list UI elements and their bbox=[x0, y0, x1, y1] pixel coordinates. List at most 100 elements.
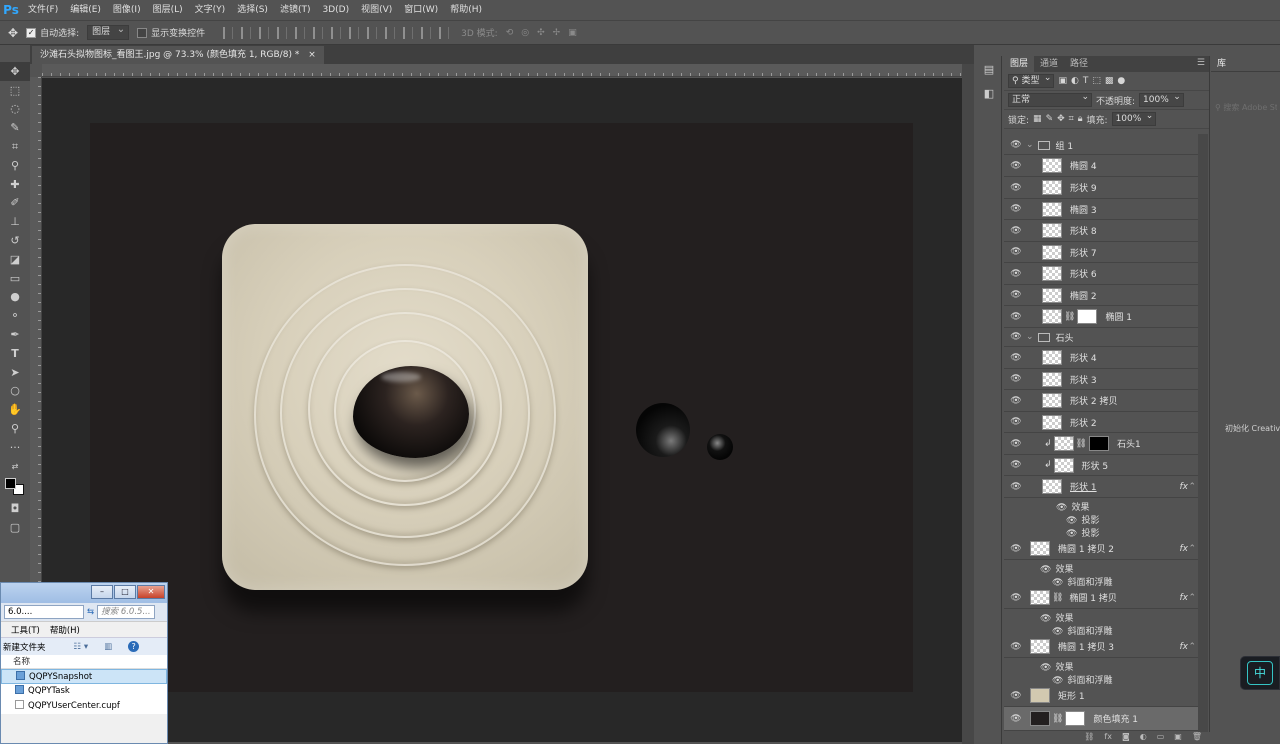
layer-row[interactable]: 👁︎ 形状 3 bbox=[1004, 369, 1198, 390]
eye-icon[interactable]: 👁︎ bbox=[1010, 439, 1022, 449]
effects-row[interactable]: 👁︎ 效果 bbox=[1004, 660, 1198, 673]
chevron-up-icon[interactable]: ⌃ bbox=[1188, 642, 1196, 652]
lasso-tool-icon[interactable]: ◌ bbox=[0, 100, 30, 119]
color-swatches[interactable] bbox=[0, 476, 30, 500]
lock-position-icon[interactable]: ✥ bbox=[1057, 114, 1065, 124]
layer-row[interactable]: 👁︎ 椭圆 1 拷贝 2 fx ⌃ bbox=[1004, 538, 1198, 560]
distribute-left-icon[interactable] bbox=[385, 26, 396, 39]
delete-layer-icon[interactable]: 🗑︎ bbox=[1192, 732, 1202, 744]
auto-select-checkbox[interactable]: ✓ bbox=[26, 27, 37, 38]
layers-scrollbar[interactable] bbox=[1198, 134, 1208, 744]
layer-row[interactable]: 👁︎ ⌄ 石头 bbox=[1004, 328, 1198, 347]
quick-mask-icon[interactable]: ◘ bbox=[0, 500, 30, 519]
distribute-hcenter-icon[interactable] bbox=[403, 26, 414, 39]
eye-icon[interactable]: 👁︎ bbox=[1040, 565, 1051, 575]
marquee-tool-icon[interactable]: ⬚ bbox=[0, 81, 30, 100]
clone-stamp-tool-icon[interactable]: ⊥ bbox=[0, 212, 30, 231]
path-select-tool-icon[interactable]: ➤ bbox=[0, 363, 30, 382]
layer-mask-thumbnail[interactable] bbox=[1065, 711, 1086, 726]
eye-icon[interactable]: 👁︎ bbox=[1010, 161, 1022, 171]
menu-image[interactable]: 图像(I) bbox=[107, 0, 147, 20]
eye-icon[interactable]: 👁︎ bbox=[1010, 593, 1022, 603]
eye-icon[interactable]: 👁︎ bbox=[1010, 183, 1022, 193]
chevron-down-icon[interactable]: ⌄ bbox=[1026, 140, 1034, 150]
layer-mask-thumbnail[interactable] bbox=[1077, 309, 1098, 324]
foreground-color-swatch[interactable] bbox=[5, 477, 16, 489]
filter-shape-icon[interactable]: ⬚ bbox=[1092, 76, 1101, 86]
add-style-icon[interactable]: fx bbox=[1104, 732, 1112, 744]
tab-layers[interactable]: 图层 bbox=[1004, 56, 1035, 72]
adjustment-icon[interactable]: ◐ bbox=[1140, 732, 1147, 744]
more-tools-icon[interactable]: ··· bbox=[0, 438, 30, 457]
ime-mode-button[interactable]: 中 bbox=[1247, 661, 1273, 685]
blur-tool-icon[interactable]: ● bbox=[0, 288, 30, 307]
new-folder-button[interactable]: 新建文件夹 bbox=[3, 641, 46, 653]
fill-input[interactable]: 100% bbox=[1111, 110, 1157, 126]
eye-icon[interactable]: 👁︎ bbox=[1010, 247, 1022, 257]
minimize-button[interactable]: – bbox=[91, 585, 113, 599]
fx-icon[interactable]: fx bbox=[1180, 544, 1189, 554]
lock-artboard-icon[interactable]: ⌗ bbox=[1069, 114, 1074, 124]
effects-row[interactable]: 👁︎ 效果 bbox=[1004, 611, 1198, 624]
screen-mode-icon[interactable]: ▢ bbox=[0, 518, 30, 537]
add-mask-icon[interactable]: ◙ bbox=[1122, 732, 1130, 744]
address-bar[interactable]: 6.0.... bbox=[4, 605, 84, 619]
eye-icon[interactable]: 👁︎ bbox=[1010, 714, 1022, 724]
quick-select-tool-icon[interactable]: ✎ bbox=[0, 118, 30, 137]
brush-tool-icon[interactable]: ✐ bbox=[0, 194, 30, 213]
eye-icon[interactable]: 👁︎ bbox=[1010, 691, 1022, 701]
menu-filter[interactable]: 滤镜(T) bbox=[274, 0, 317, 20]
distribute-bottom-icon[interactable] bbox=[367, 26, 378, 39]
new-layer-icon[interactable]: ▣ bbox=[1174, 732, 1182, 744]
eye-icon[interactable]: 👁︎ bbox=[1010, 642, 1022, 652]
gradient-tool-icon[interactable]: ▭ bbox=[0, 269, 30, 288]
layer-row[interactable]: 👁︎ 形状 9 bbox=[1004, 177, 1198, 199]
eye-icon[interactable]: 👁︎ bbox=[1010, 226, 1022, 236]
layer-row[interactable]: 👁︎ 形状 7 bbox=[1004, 242, 1198, 263]
eye-icon[interactable]: 👁︎ bbox=[1010, 290, 1022, 300]
menu-edit[interactable]: 编辑(E) bbox=[64, 0, 107, 20]
tab-channels[interactable]: 通道 bbox=[1034, 56, 1064, 72]
distribute-top-icon[interactable] bbox=[331, 26, 342, 39]
help-icon[interactable]: ? bbox=[128, 641, 140, 652]
show-transform-checkbox[interactable] bbox=[137, 27, 148, 38]
eye-icon[interactable]: 👁︎ bbox=[1010, 269, 1022, 279]
menu-window[interactable]: 窗口(W) bbox=[398, 0, 444, 20]
filter-toggle-icon[interactable]: ● bbox=[1117, 76, 1125, 86]
eyedropper-tool-icon[interactable]: ⚲ bbox=[0, 156, 30, 175]
fx-icon[interactable]: fx bbox=[1180, 593, 1189, 603]
distribute-right-icon[interactable] bbox=[421, 26, 432, 39]
layer-row[interactable]: 👁︎ ⛓ 颜色填充 1 bbox=[1004, 707, 1198, 731]
eye-icon[interactable]: 👁︎ bbox=[1056, 503, 1067, 513]
hand-tool-icon[interactable]: ✋ bbox=[0, 400, 30, 419]
eye-icon[interactable]: 👁︎ bbox=[1066, 516, 1077, 526]
effects-row[interactable]: 👁︎ 效果 bbox=[1004, 500, 1198, 513]
filter-pixel-icon[interactable]: ▣ bbox=[1058, 76, 1067, 86]
layer-mask-thumbnail[interactable] bbox=[1088, 436, 1109, 451]
properties-panel-icon[interactable]: ◧ bbox=[978, 84, 1000, 104]
column-header-name[interactable]: 名称 bbox=[1, 655, 167, 669]
menu-help[interactable]: 帮助(H) bbox=[50, 624, 80, 636]
filter-type-icon[interactable]: T bbox=[1083, 76, 1089, 86]
layer-row[interactable]: 👁︎ 形状 8 bbox=[1004, 220, 1198, 242]
eye-icon[interactable]: 👁︎ bbox=[1010, 396, 1022, 406]
layer-row[interactable]: 👁︎ 形状 2 bbox=[1004, 412, 1198, 433]
eye-icon[interactable]: 👁︎ bbox=[1010, 332, 1022, 342]
align-left-icon[interactable] bbox=[277, 26, 288, 39]
opacity-input[interactable]: 100% bbox=[1139, 91, 1184, 107]
healing-brush-tool-icon[interactable]: ✚ bbox=[0, 175, 30, 194]
auto-select-dropdown[interactable]: 图层 bbox=[87, 23, 130, 40]
lock-image-icon[interactable]: ✎ bbox=[1046, 114, 1054, 124]
view-options-icon[interactable]: ☷ ▾ bbox=[74, 642, 89, 652]
layer-row[interactable]: 👁︎ 形状 2 拷贝 bbox=[1004, 390, 1198, 412]
eye-icon[interactable]: 👁︎ bbox=[1010, 204, 1022, 214]
tab-library[interactable]: 库 bbox=[1211, 56, 1280, 72]
layer-row[interactable]: 👁︎ ⌄ 组 1 bbox=[1004, 136, 1198, 155]
chevron-up-icon[interactable]: ⌃ bbox=[1188, 482, 1196, 492]
chevron-up-icon[interactable]: ⌃ bbox=[1188, 593, 1196, 603]
search-input[interactable]: 搜索 6.0.5... bbox=[97, 605, 156, 619]
ellipse-tool-icon[interactable]: ○ bbox=[0, 382, 30, 401]
close-button[interactable]: ✕ bbox=[137, 585, 165, 599]
layer-row[interactable]: 👁︎ ↲ ⛓ 石头1 bbox=[1004, 433, 1198, 455]
eye-icon[interactable]: 👁︎ bbox=[1010, 544, 1022, 554]
